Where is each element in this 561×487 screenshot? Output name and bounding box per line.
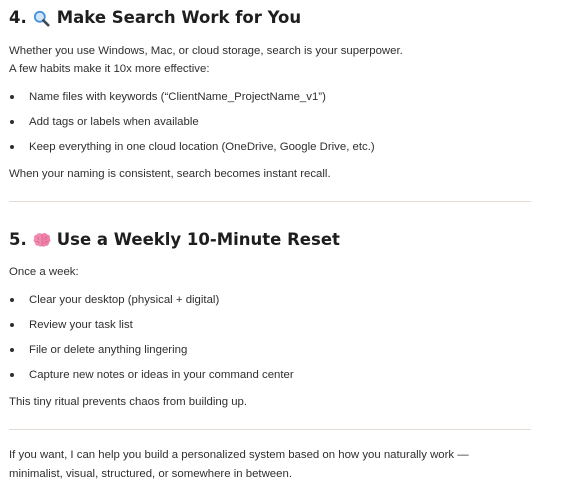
- section-4-outro: When your naming is consistent, search b…: [9, 168, 331, 180]
- magnifying-glass-icon: [33, 9, 51, 27]
- section-5-title: Use a Weekly 10-Minute Reset: [56, 230, 340, 249]
- list-item: Clear your desktop (physical + digital): [9, 292, 294, 317]
- section-5-outro: This tiny ritual prevents chaos from bui…: [9, 396, 248, 408]
- section-5-bullet-list: Clear your desktop (physical + digital) …: [9, 292, 294, 392]
- section-5-heading: 5. Use a Weekly 10-Minute Reset: [9, 230, 340, 250]
- section-4-bullet-list: Name files with keywords (“ClientName_Pr…: [9, 89, 375, 164]
- section-5-number: 5.: [9, 230, 27, 249]
- brain-icon: [33, 231, 51, 249]
- section-divider: [9, 429, 531, 430]
- section-4-heading: 4. Make Search Work for You: [9, 8, 301, 28]
- list-item: Capture new notes or ideas in your comma…: [9, 367, 294, 392]
- section-4-number: 4.: [9, 8, 27, 27]
- section-4-title: Make Search Work for You: [56, 8, 302, 27]
- list-item: Name files with keywords (“ClientName_Pr…: [9, 89, 375, 114]
- list-item: Keep everything in one cloud location (O…: [9, 139, 375, 164]
- section-divider: [9, 201, 531, 202]
- section-4-intro-line1: Whether you use Windows, Mac, or cloud s…: [9, 45, 403, 57]
- closing-line1: If you want, I can help you build a pers…: [9, 449, 469, 461]
- list-item: Add tags or labels when available: [9, 114, 375, 139]
- list-item: Review your task list: [9, 317, 294, 342]
- section-5-intro: Once a week:: [9, 266, 79, 278]
- closing-line2: minimalist, visual, structured, or somew…: [9, 468, 292, 480]
- section-4-intro-line2: A few habits make it 10x more effective:: [9, 63, 210, 75]
- list-item: File or delete anything lingering: [9, 342, 294, 367]
